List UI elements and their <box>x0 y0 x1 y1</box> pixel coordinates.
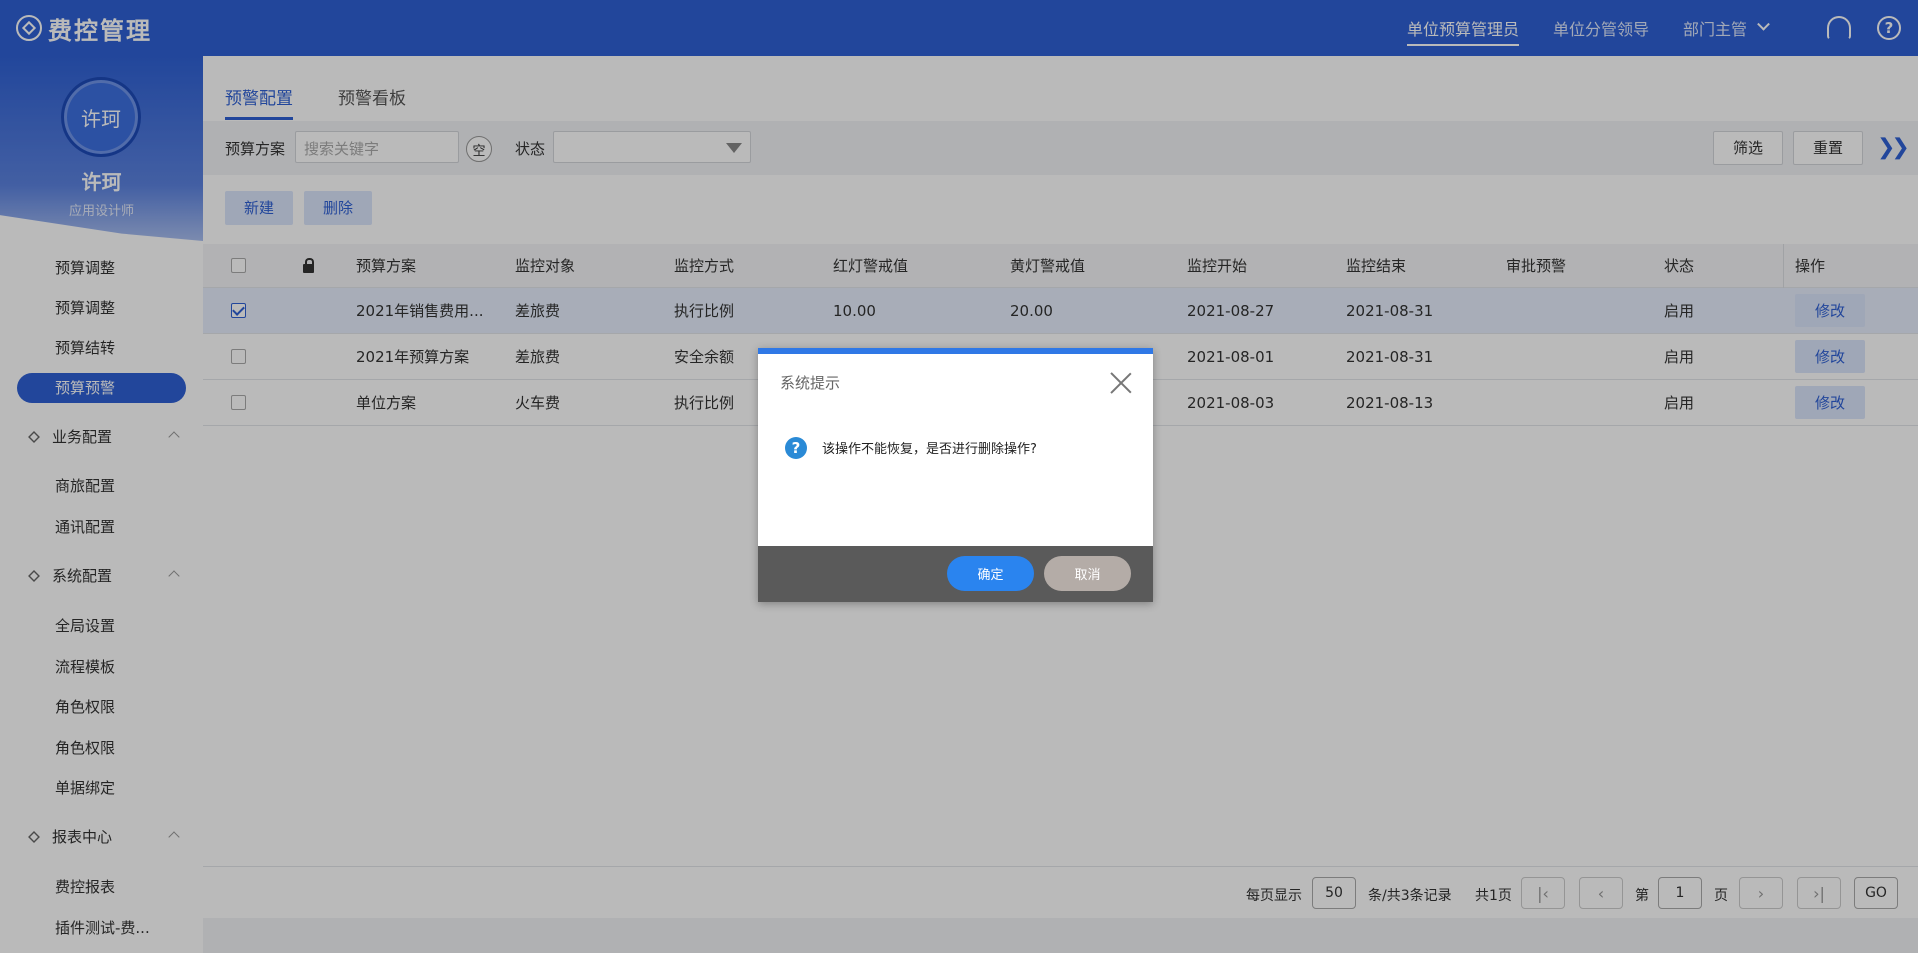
dialog-footer: 确定 取消 <box>758 546 1153 602</box>
dialog-message: 该操作不能恢复，是否进行删除操作? <box>822 442 1037 457</box>
question-icon: ? <box>785 437 807 459</box>
close-icon[interactable] <box>1110 372 1132 394</box>
dialog-title: 系统提示 <box>780 374 841 392</box>
cancel-button[interactable]: 取消 <box>1044 556 1131 591</box>
confirm-dialog: 系统提示 ? 该操作不能恢复，是否进行删除操作? 确定 取消 <box>758 348 1153 602</box>
confirm-button[interactable]: 确定 <box>947 556 1034 591</box>
